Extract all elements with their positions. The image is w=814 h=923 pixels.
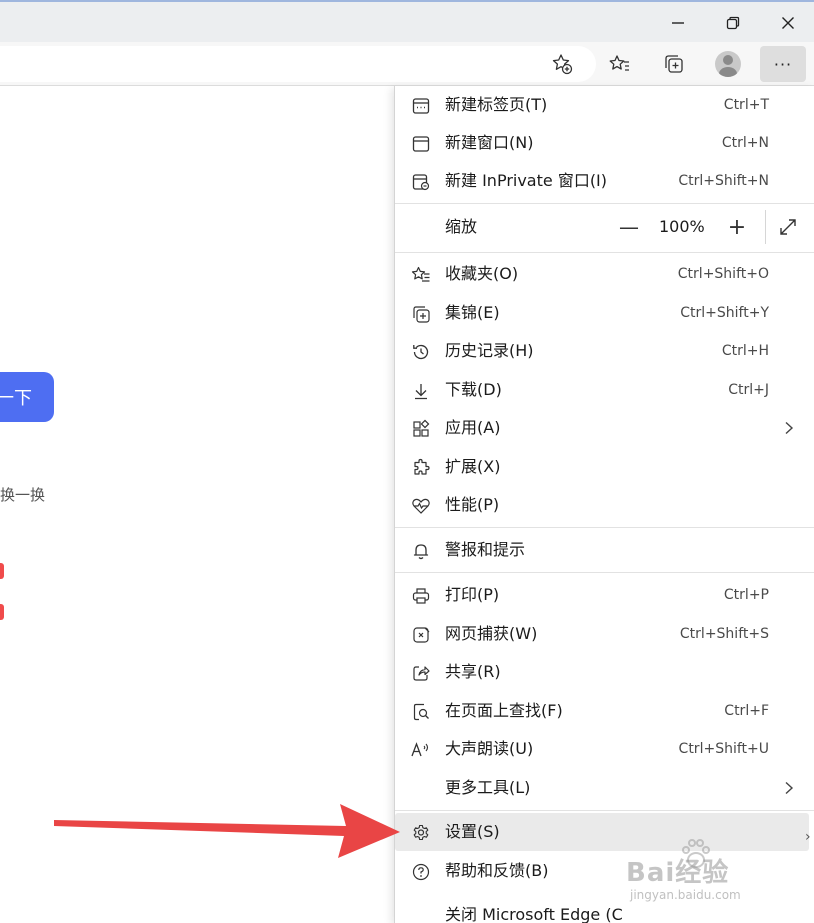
menu-item-find-on-page[interactable]: 在页面上查找(F) Ctrl+F: [395, 692, 814, 730]
find-icon: [410, 701, 432, 723]
menu-divider: [395, 527, 814, 528]
favorites-icon: [410, 264, 432, 286]
chevron-right-icon: [779, 778, 799, 798]
annotation-arrow: [54, 804, 400, 858]
gear-icon: [410, 822, 432, 844]
menu-item-collections[interactable]: 集锦(E) Ctrl+Shift+Y: [395, 294, 814, 332]
menu-divider: [395, 572, 814, 573]
zoom-out-button[interactable]: —: [615, 213, 643, 241]
address-bar[interactable]: [0, 46, 596, 82]
close-button[interactable]: [762, 4, 814, 42]
avatar: [715, 51, 741, 77]
menu-item-downloads[interactable]: 下载(D) Ctrl+J: [395, 371, 814, 409]
zoom-separator: [765, 210, 766, 244]
menu-item-favorites[interactable]: 收藏夹(O) Ctrl+Shift+O: [395, 255, 814, 293]
menu-item-history[interactable]: 历史记录(H) Ctrl+H: [395, 332, 814, 370]
menu-item-apps[interactable]: 应用(A): [395, 409, 814, 447]
zoom-level: 100%: [659, 217, 705, 236]
download-icon: [410, 380, 432, 402]
fullscreen-button[interactable]: [777, 216, 799, 238]
hot-badge: [0, 604, 4, 620]
restore-button[interactable]: [707, 4, 759, 42]
watermark-text: Bai经验: [626, 858, 730, 888]
favorites-icon: [609, 55, 629, 71]
watermark-url: jingyan.baidu.com: [630, 888, 741, 902]
chevron-right-icon: [779, 418, 799, 438]
read-aloud-icon: [410, 739, 432, 761]
apps-icon: [410, 418, 432, 440]
zoom-label: 缩放: [445, 217, 478, 236]
browser-toolbar: ···: [0, 42, 814, 86]
settings-and-more-button[interactable]: ···: [760, 46, 806, 82]
menu-item-performance[interactable]: 性能(P): [395, 486, 814, 524]
search-button[interactable]: 一下: [0, 372, 54, 422]
history-icon: [410, 341, 432, 363]
menu-item-web-capture[interactable]: 网页捕获(W) Ctrl+Shift+S: [395, 615, 814, 653]
new-window-icon: [410, 133, 432, 155]
watermark: Bai经验 jingyan.baidu.com: [616, 832, 776, 912]
add-favorite-button[interactable]: [543, 46, 581, 82]
profile-button[interactable]: [709, 46, 747, 82]
menu-divider: [395, 252, 814, 253]
inprivate-icon: [410, 171, 432, 193]
menu-item-new-inprivate-window[interactable]: 新建 InPrivate 窗口(I) Ctrl+Shift+N: [395, 162, 814, 200]
collections-icon: [410, 303, 432, 325]
title-bar: [0, 0, 814, 42]
settings-menu: 新建标签页(T) Ctrl+T 新建窗口(N) Ctrl+N 新建 InPriv…: [394, 86, 814, 923]
menu-item-print[interactable]: 打印(P) Ctrl+P: [395, 576, 814, 614]
fullscreen-icon: [780, 219, 796, 235]
hot-badge: [0, 563, 4, 579]
collections-button[interactable]: [655, 46, 693, 82]
menu-item-read-aloud[interactable]: 大声朗读(U) Ctrl+Shift+U: [395, 730, 814, 768]
help-icon: [410, 861, 432, 883]
minimize-icon: [672, 22, 684, 24]
menu-item-share[interactable]: 共享(R): [395, 653, 814, 691]
zoom-in-button[interactable]: +: [723, 213, 751, 241]
minimize-button[interactable]: [652, 4, 704, 42]
share-icon: [410, 662, 432, 684]
chevron-right-icon: ›: [805, 829, 811, 845]
extensions-icon: [410, 457, 432, 479]
menu-item-new-tab[interactable]: 新建标签页(T) Ctrl+T: [395, 86, 814, 124]
close-icon: [782, 17, 794, 29]
menu-item-new-window[interactable]: 新建窗口(N) Ctrl+N: [395, 124, 814, 162]
new-tab-icon: [410, 95, 432, 117]
more-icon: ···: [773, 54, 793, 74]
menu-item-alerts-and-tips[interactable]: 警报和提示: [395, 531, 814, 569]
change-link[interactable]: 换一换: [0, 484, 45, 505]
favorites-button[interactable]: [601, 46, 639, 82]
restore-icon: [726, 16, 740, 30]
zoom-row: 缩放 — 100% +: [395, 204, 814, 250]
menu-item-extensions[interactable]: 扩展(X): [395, 448, 814, 486]
print-icon: [410, 585, 432, 607]
menu-divider: [395, 810, 814, 811]
star-add-icon: [552, 54, 573, 75]
performance-icon: [410, 495, 432, 517]
menu-item-more-tools[interactable]: 更多工具(L): [395, 769, 814, 807]
collections-icon: [665, 55, 683, 73]
web-capture-icon: [410, 624, 432, 646]
bell-icon: [410, 540, 432, 562]
